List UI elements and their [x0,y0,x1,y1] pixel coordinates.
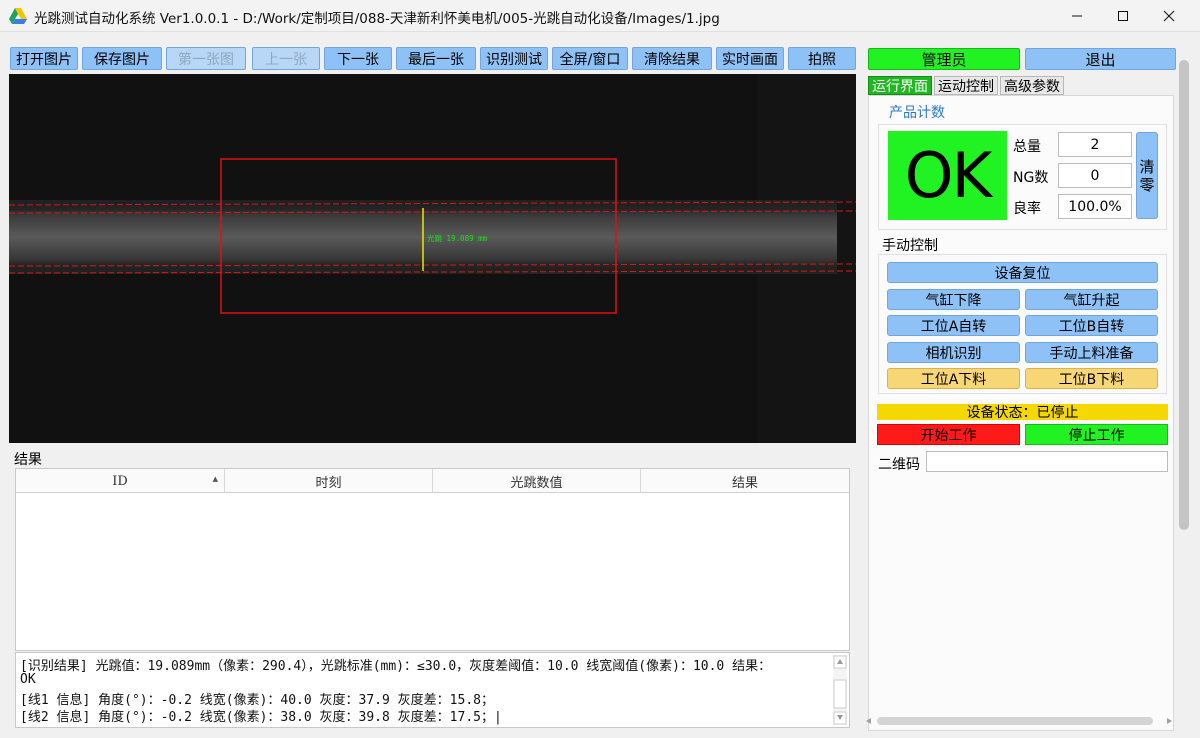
column-result-label: 结果 [731,475,758,491]
log-line: [识别结果] 光跳值：19.089mm（像素：290.4），光跳标准(mm)：≤… [20,659,772,674]
live-view-button[interactable]: 实时画面 [716,47,784,70]
close-icon [1163,10,1175,22]
result-log[interactable]: [识别结果] 光跳值：19.089mm（像素：290.4），光跳标准(mm)：≤… [15,652,850,728]
log-scrollbar[interactable] [833,655,847,725]
minimize-button[interactable] [1054,0,1100,32]
column-time-label: 时刻 [315,475,342,491]
column-id-label: ID [112,473,128,489]
horizontal-scroll-thumb[interactable] [877,717,1153,725]
title-bar: 光跳测试自动化系统 Ver1.0.0.1 - D:/Work/定制项目/088-… [0,0,1200,32]
log-line: [线2 信息] 角度(°)：-0.2 线宽(像素)：38.0 灰度：39.8 灰… [20,710,502,725]
tab-run[interactable]: 运行界面 [868,76,932,95]
open-image-button[interactable]: 打开图片 [10,47,78,70]
fullscreen-toggle-button[interactable]: 全屏/窗口 [552,47,628,70]
manual-control-title: 手动控制 [882,238,938,254]
column-value-label: 光跳数值 [510,475,563,491]
total-label: 总量 [1013,139,1041,155]
column-header-result[interactable]: 结果 [641,469,849,493]
prev-image-button[interactable]: 上一张 [252,47,320,70]
camera-recognize-button[interactable]: 相机识别 [887,342,1020,363]
clear-count-button[interactable]: 清 零 [1136,132,1158,219]
results-table-header: ID ▲ 时刻 光跳数值 结果 [16,469,849,493]
station-b-unload-button[interactable]: 工位B下料 [1025,368,1158,389]
clear-count-label-top: 清 [1139,157,1155,176]
station-a-rotate-button[interactable]: 工位A自转 [887,315,1020,336]
clear-results-button[interactable]: 清除结果 [632,47,712,70]
result-status-indicator: OK [888,131,1007,220]
minimize-icon [1072,15,1082,17]
vertical-scroll-thumb[interactable] [1179,60,1189,530]
device-reset-button[interactable]: 设备复位 [887,262,1158,283]
qr-code-input[interactable] [926,451,1168,472]
ng-label: NG数 [1013,170,1049,186]
cylinder-down-button[interactable]: 气缸下降 [887,289,1020,310]
inspection-image: 光跳 19.089 mm [9,74,856,443]
save-image-button[interactable]: 保存图片 [82,47,162,70]
column-header-id[interactable]: ID ▲ [16,469,225,493]
results-label: 结果 [14,452,42,468]
close-button[interactable] [1146,0,1192,32]
qr-code-label: 二维码 [878,457,920,473]
next-image-button[interactable]: 下一张 [324,47,392,70]
start-work-button[interactable]: 开始工作 [877,424,1020,445]
tab-advanced-params[interactable]: 高级参数 [1000,76,1064,95]
ng-value: 0 [1058,163,1132,188]
clear-count-label-bottom: 零 [1139,175,1155,194]
yield-label: 良率 [1013,201,1041,217]
station-b-rotate-button[interactable]: 工位B自转 [1025,315,1158,336]
manual-load-prepare-button[interactable]: 手动上料准备 [1025,342,1158,363]
maximize-button[interactable] [1100,0,1146,32]
admin-button[interactable]: 管理员 [868,48,1020,70]
product-count-title: 产品计数 [889,105,945,121]
panel-vertical-scrollbar[interactable] [1177,48,1191,728]
station-a-unload-button[interactable]: 工位A下料 [887,368,1020,389]
yield-value: 100.0% [1058,194,1132,219]
total-value: 2 [1058,132,1132,157]
stop-work-button[interactable]: 停止工作 [1025,424,1168,445]
column-header-time[interactable]: 时刻 [225,469,433,493]
column-header-value[interactable]: 光跳数值 [433,469,641,493]
window-title: 光跳测试自动化系统 Ver1.0.0.1 - D:/Work/定制项目/088-… [34,11,720,27]
first-image-button[interactable]: 第一张图 [166,47,246,70]
logout-button[interactable]: 退出 [1025,48,1176,70]
capture-button[interactable]: 拍照 [788,47,856,70]
sort-ascending-icon: ▲ [212,475,218,483]
panel-horizontal-scrollbar[interactable] [863,714,1175,728]
results-table[interactable]: ID ▲ 时刻 光跳数值 结果 [15,468,850,651]
device-status-bar: 设备状态：已停止 [877,404,1168,421]
app-drive-icon [9,8,27,24]
main-tabs: 运行界面 运动控制 高级参数 [868,76,1066,95]
log-line: OK [20,672,36,687]
tab-motion-control[interactable]: 运动控制 [934,76,998,95]
cylinder-up-button[interactable]: 气缸升起 [1025,289,1158,310]
recognize-test-button[interactable]: 识别测试 [480,47,548,70]
maximize-icon [1118,11,1128,21]
camera-image-view[interactable]: 光跳 19.089 mm [9,74,856,443]
last-image-button[interactable]: 最后一张 [396,47,476,70]
measurement-label: 光跳 19.089 mm [427,233,488,243]
